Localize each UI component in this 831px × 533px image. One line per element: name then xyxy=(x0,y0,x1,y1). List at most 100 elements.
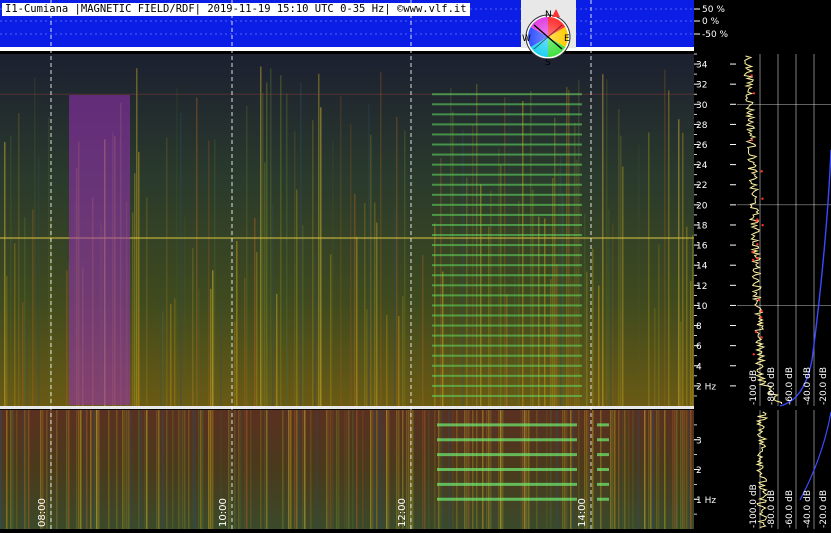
noise-streak-lower xyxy=(336,410,338,529)
spectrum-peak-marker xyxy=(754,330,758,334)
noise-streak-lower xyxy=(76,410,78,529)
noise-streak-lower xyxy=(658,410,660,529)
noise-streak-lower xyxy=(428,410,430,529)
noise-streak-lower xyxy=(116,410,118,529)
noise-streak-lower xyxy=(98,410,100,529)
noise-streak-lower xyxy=(676,410,678,529)
noise-streak xyxy=(280,75,282,407)
noise-streak-lower xyxy=(348,410,350,529)
comb-line xyxy=(432,384,582,387)
noise-streak-lower xyxy=(626,410,628,529)
rdf-scale-label: 50 % xyxy=(702,5,725,15)
freq-tick-label: 3 xyxy=(696,436,702,446)
freq-tick-label: 4 xyxy=(696,362,702,372)
noise-streak xyxy=(364,203,366,406)
comb-line xyxy=(432,394,582,397)
noise-streak xyxy=(690,280,692,406)
noise-streak-lower xyxy=(352,410,354,529)
noise-streak-lower xyxy=(690,410,692,529)
noise-streak xyxy=(498,148,500,406)
noise-streak xyxy=(208,140,210,406)
noise-streak-lower xyxy=(244,410,246,529)
noise-streak-lower xyxy=(424,410,426,529)
noise-streak xyxy=(678,119,680,406)
noise-streak-lower xyxy=(612,410,614,529)
comb-line-lower xyxy=(437,453,577,457)
noise-streak xyxy=(572,280,574,406)
noise-streak xyxy=(296,189,298,406)
noise-streak-lower xyxy=(282,410,284,529)
noise-streak-lower xyxy=(166,410,168,529)
noise-streak-lower xyxy=(162,410,164,529)
noise-streak-lower xyxy=(208,410,210,529)
noise-streak xyxy=(552,178,554,406)
noise-streak xyxy=(24,217,26,406)
noise-streak-lower xyxy=(24,410,26,529)
noise-streak-lower xyxy=(328,410,330,529)
noise-streak-lower xyxy=(682,410,684,529)
rdf-scale-label: -50 % xyxy=(702,30,729,40)
noise-streak xyxy=(166,137,168,406)
comb-line-lower xyxy=(597,482,609,486)
db-tick-label-lower: -100.0 dB xyxy=(749,484,759,528)
noise-streak-lower xyxy=(296,410,298,529)
noise-streak xyxy=(146,197,148,406)
noise-streak-lower xyxy=(332,410,334,529)
noise-streak xyxy=(366,308,368,406)
rdf-band-base xyxy=(0,47,694,51)
noise-streak xyxy=(682,132,684,407)
spectrum-peak-marker xyxy=(760,316,763,319)
noise-streak-lower xyxy=(592,410,594,529)
noise-streak xyxy=(396,116,398,407)
noise-streak-lower xyxy=(588,410,590,529)
freq-tick-label: 12 xyxy=(696,282,707,292)
noise-streak xyxy=(550,279,552,406)
noise-streak-lower xyxy=(126,410,128,529)
noise-streak-lower xyxy=(638,410,640,529)
noise-streak-lower xyxy=(124,410,126,529)
db-tick-label-lower: -60.0 dB xyxy=(785,490,795,528)
noise-streak xyxy=(618,108,620,406)
noise-streak xyxy=(578,80,580,406)
noise-streak-lower xyxy=(140,410,142,529)
noise-streak-lower xyxy=(240,410,242,529)
noise-streak-lower xyxy=(688,410,690,529)
noise-streak-lower xyxy=(266,410,268,529)
noise-streak xyxy=(314,254,316,406)
noise-streak xyxy=(176,87,178,406)
spectrum-peak-marker xyxy=(755,220,758,223)
noise-streak-lower xyxy=(212,410,214,529)
range-label: 0-35 Hz xyxy=(340,3,385,15)
noise-streak-lower xyxy=(22,410,24,529)
time-tick-label: 08:00 xyxy=(37,498,48,527)
comb-line xyxy=(432,264,582,267)
noise-streak-lower xyxy=(180,410,182,529)
noise-streak xyxy=(332,140,334,407)
comb-line xyxy=(432,153,582,156)
db-tick-label-lower: -40.0 dB xyxy=(803,490,813,528)
noise-streak xyxy=(686,226,688,406)
comb-line-lower xyxy=(437,482,577,486)
noise-streak xyxy=(26,324,28,406)
noise-streak-lower xyxy=(622,410,624,529)
noise-streak-lower xyxy=(618,410,620,529)
noise-streak-lower xyxy=(6,410,8,529)
noise-streak xyxy=(602,74,604,407)
noise-streak-lower xyxy=(632,410,634,529)
freq-tick-label: 32 xyxy=(696,81,707,91)
noise-streak-lower xyxy=(344,410,346,529)
comb-line xyxy=(432,294,582,297)
noise-streak-lower xyxy=(0,410,2,529)
rdf-scale-label: 0 % xyxy=(702,17,720,27)
noise-streak xyxy=(162,311,164,406)
noise-streak xyxy=(320,107,322,406)
noise-streak-lower xyxy=(92,410,94,529)
freq-tick-label: 1 Hz xyxy=(696,496,716,506)
noise-streak-lower xyxy=(362,410,364,529)
station-name: I1-Cumiana xyxy=(5,3,69,15)
noise-streak-lower xyxy=(330,410,332,529)
noise-streak xyxy=(452,111,454,407)
noise-streak xyxy=(180,112,182,407)
noise-streak-lower xyxy=(288,410,290,529)
noise-streak-lower xyxy=(12,410,14,529)
